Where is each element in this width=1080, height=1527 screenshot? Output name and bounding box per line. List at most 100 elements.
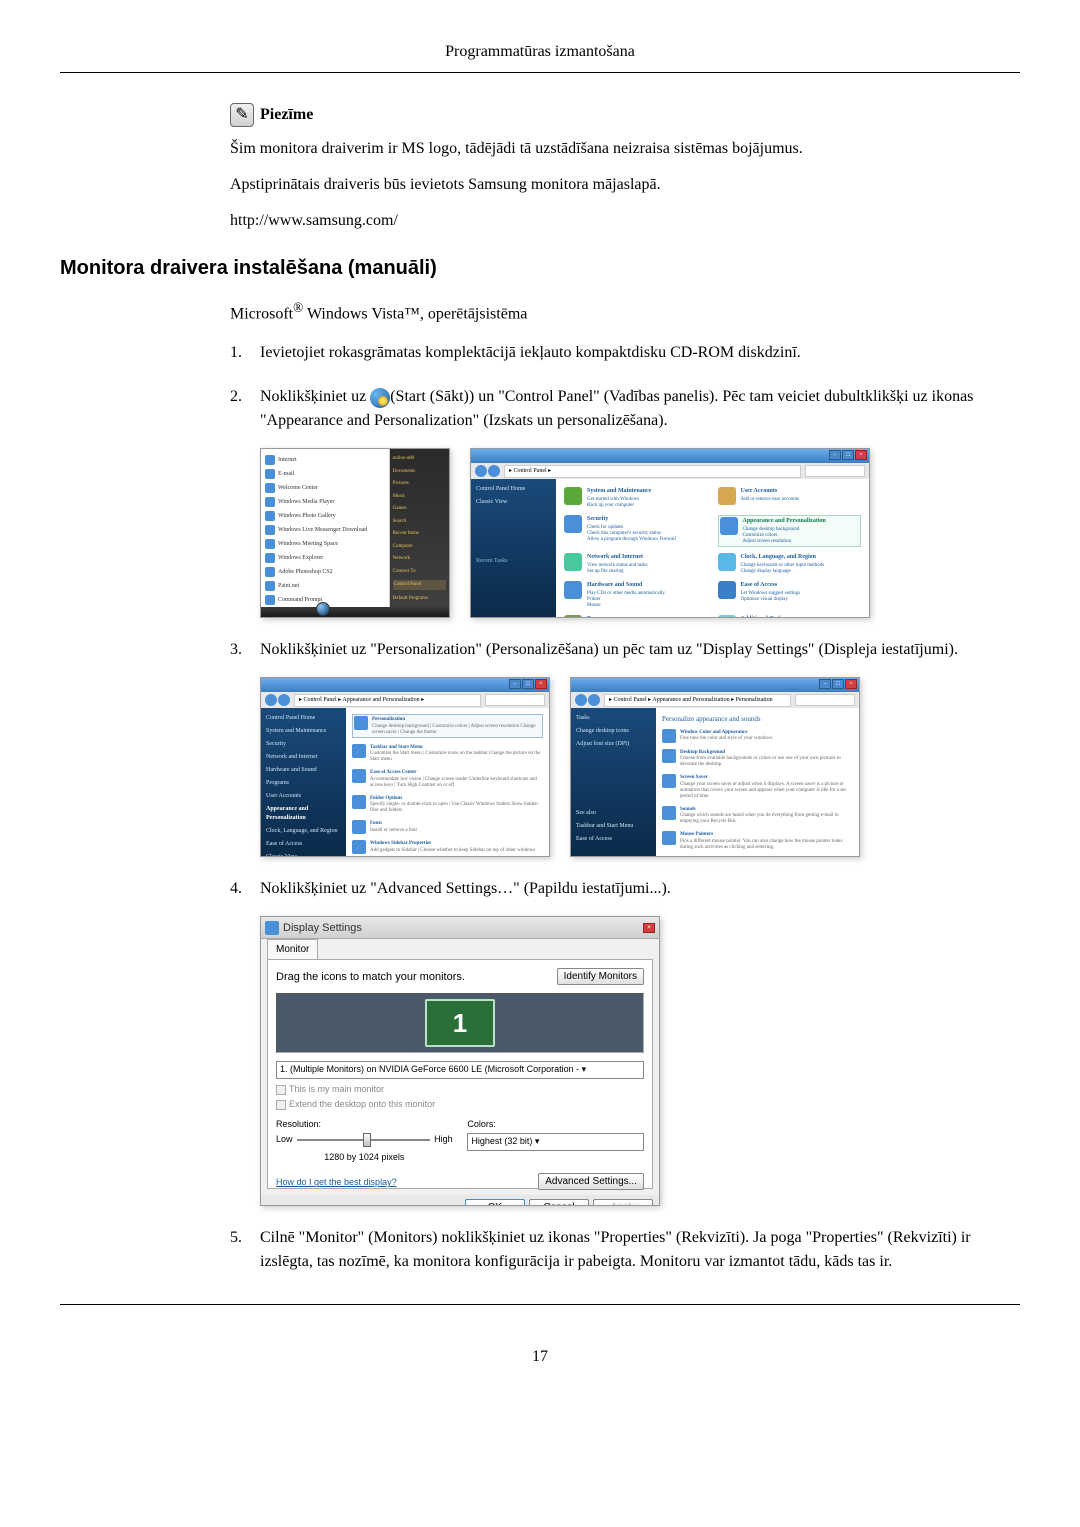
sidebar-link[interactable]: Classic View: [476, 498, 551, 507]
appearance-category[interactable]: Folder OptionsSpecify single- or double-…: [352, 795, 543, 815]
close-button[interactable]: ×: [845, 679, 857, 689]
start-menu-right-item[interactable]: Documents: [393, 468, 446, 476]
sidebar-link[interactable]: Appearance and Personalization: [266, 805, 341, 823]
see-also-link[interactable]: Ease of Access: [576, 835, 651, 844]
close-button[interactable]: ×: [535, 679, 547, 689]
minimize-button[interactable]: –: [509, 679, 521, 689]
forward-button[interactable]: [278, 694, 290, 706]
monitor-layout-area[interactable]: 1: [276, 993, 644, 1053]
category-title[interactable]: Windows Sidebar Properties: [370, 840, 535, 848]
task-link[interactable]: Change desktop icons: [576, 727, 651, 736]
start-menu-right-item[interactable]: Games: [393, 505, 446, 513]
extend-desktop-checkbox[interactable]: [276, 1100, 286, 1110]
item-title[interactable]: Window Color and Appearance: [680, 729, 773, 737]
monitor-tab[interactable]: Monitor: [267, 939, 318, 959]
maximize-button[interactable]: □: [832, 679, 844, 689]
item-title[interactable]: Sounds: [680, 806, 853, 814]
start-menu-right-item[interactable]: Connect To: [393, 568, 446, 576]
monitor-1-icon[interactable]: 1: [425, 999, 495, 1047]
personalization-item[interactable]: Desktop BackgroundChoose from available …: [662, 749, 853, 769]
start-menu-item[interactable]: Adobe Photoshop CS2: [265, 565, 385, 579]
back-button[interactable]: [265, 694, 277, 706]
category-title[interactable]: Ease of Access: [741, 581, 801, 590]
start-menu-item[interactable]: Paint.net: [265, 579, 385, 593]
control-panel-category[interactable]: User AccountsAdd or remove user accounts: [718, 487, 862, 509]
start-menu-right-item[interactable]: Search: [393, 518, 446, 526]
category-sublink[interactable]: Adjust screen resolution: [743, 539, 826, 545]
back-button[interactable]: [475, 465, 487, 477]
search-input[interactable]: [795, 694, 855, 706]
personalization-item[interactable]: Window Color and AppearanceFine tune the…: [662, 729, 853, 743]
sidebar-link[interactable]: Classic View: [266, 853, 341, 857]
control-panel-category[interactable]: Hardware and SoundPlay CDs or other medi…: [564, 581, 708, 609]
maximize-button[interactable]: □: [522, 679, 534, 689]
breadcrumb[interactable]: ▸ Control Panel ▸ Appearance and Persona…: [604, 694, 791, 707]
minimize-button[interactable]: –: [819, 679, 831, 689]
search-input[interactable]: [805, 465, 865, 477]
category-title[interactable]: Personalization: [372, 716, 541, 724]
see-also-link[interactable]: See also: [576, 809, 651, 818]
category-title[interactable]: Hardware and Sound: [587, 581, 665, 590]
control-panel-category[interactable]: Appearance and PersonalizationChange des…: [718, 515, 862, 547]
category-sublink[interactable]: Mouse: [587, 603, 665, 609]
appearance-category[interactable]: Taskbar and Start MenuCustomize the Star…: [352, 744, 543, 764]
category-title[interactable]: Clock, Language, and Region: [741, 553, 825, 562]
breadcrumb[interactable]: ▸ Control Panel ▸ Appearance and Persona…: [294, 694, 481, 707]
breadcrumb[interactable]: ▸ Control Panel ▸: [504, 465, 801, 478]
forward-button[interactable]: [488, 465, 500, 477]
identify-monitors-button[interactable]: Identify Monitors: [557, 968, 644, 985]
category-title[interactable]: Taskbar and Start Menu: [370, 744, 543, 752]
sidebar-link[interactable]: Security: [266, 740, 341, 749]
personalization-item[interactable]: Mouse PointersPick a different mouse poi…: [662, 831, 853, 851]
control-panel-category[interactable]: ProgramsUninstall a programChange startu…: [564, 615, 708, 618]
control-panel-category[interactable]: System and MaintenanceGet started with W…: [564, 487, 708, 509]
item-title[interactable]: Screen Saver: [680, 774, 853, 782]
start-menu-right-item[interactable]: Computer: [393, 543, 446, 551]
item-title[interactable]: Mouse Pointers: [680, 831, 853, 839]
start-menu-item[interactable]: E-mail: [265, 467, 385, 481]
sidebar-link[interactable]: Hardware and Sound: [266, 766, 341, 775]
see-also-link[interactable]: Taskbar and Start Menu: [576, 822, 651, 831]
start-menu-item[interactable]: Welcome Center: [265, 481, 385, 495]
category-title[interactable]: User Accounts: [741, 487, 800, 496]
personalization-item[interactable]: SoundsChange which sounds are heard when…: [662, 806, 853, 826]
close-button[interactable]: ×: [855, 450, 867, 460]
sidebar-link[interactable]: Clock, Language, and Region: [266, 827, 341, 836]
control-panel-category[interactable]: Ease of AccessLet Windows suggest settin…: [718, 581, 862, 609]
control-panel-category[interactable]: Additional Options: [718, 615, 862, 618]
category-sublink[interactable]: Optimize visual display: [741, 597, 801, 603]
control-panel-category[interactable]: SecurityCheck for updatesCheck this comp…: [564, 515, 708, 547]
category-title[interactable]: Programs: [587, 615, 637, 618]
start-menu-right-item[interactable]: Recent Items: [393, 530, 446, 538]
resolution-slider[interactable]: Low High: [276, 1133, 453, 1147]
start-menu-item[interactable]: Windows Photo Gallery: [265, 509, 385, 523]
forward-button[interactable]: [588, 694, 600, 706]
start-menu-right-item[interactable]: Pictures: [393, 480, 446, 488]
category-sublink[interactable]: Add or remove user accounts: [741, 497, 800, 503]
close-button[interactable]: ×: [643, 923, 655, 933]
personalization-item[interactable]: ThemeChange the theme. Themes can change…: [662, 857, 853, 858]
category-title[interactable]: Fonts: [370, 820, 417, 828]
category-title[interactable]: System and Maintenance: [587, 487, 651, 496]
appearance-category[interactable]: Windows Sidebar PropertiesAdd gadgets to…: [352, 840, 543, 854]
category-sublink[interactable]: Allow a program through Windows Firewall: [587, 537, 676, 543]
slider-thumb[interactable]: [363, 1133, 371, 1147]
start-menu-item[interactable]: Internet: [265, 453, 385, 467]
appearance-category[interactable]: FontsInstall or remove a font: [352, 820, 543, 834]
cancel-button[interactable]: Cancel: [529, 1199, 589, 1206]
category-sublink[interactable]: Set up file sharing: [587, 569, 648, 575]
sidebar-link[interactable]: Control Panel Home: [266, 714, 341, 723]
start-menu-right-item[interactable]: Music: [393, 493, 446, 501]
sidebar-link[interactable]: Ease of Access: [266, 840, 341, 849]
control-panel-category[interactable]: Clock, Language, and RegionChange keyboa…: [718, 553, 862, 575]
category-title[interactable]: Appearance and Personalization: [743, 517, 826, 526]
main-monitor-checkbox[interactable]: [276, 1085, 286, 1095]
sidebar-link[interactable]: Network and Internet: [266, 753, 341, 762]
start-menu-right-item[interactable]: Control Panel: [393, 580, 446, 590]
advanced-settings-button[interactable]: Advanced Settings...: [538, 1173, 644, 1190]
category-title[interactable]: Folder Options: [370, 795, 543, 803]
category-sublink[interactable]: Back up your computer: [587, 503, 651, 509]
start-menu-right-item[interactable]: Default Programs: [393, 595, 446, 603]
task-link[interactable]: Adjust font size (DPI): [576, 740, 651, 749]
item-title[interactable]: Theme: [680, 857, 853, 858]
